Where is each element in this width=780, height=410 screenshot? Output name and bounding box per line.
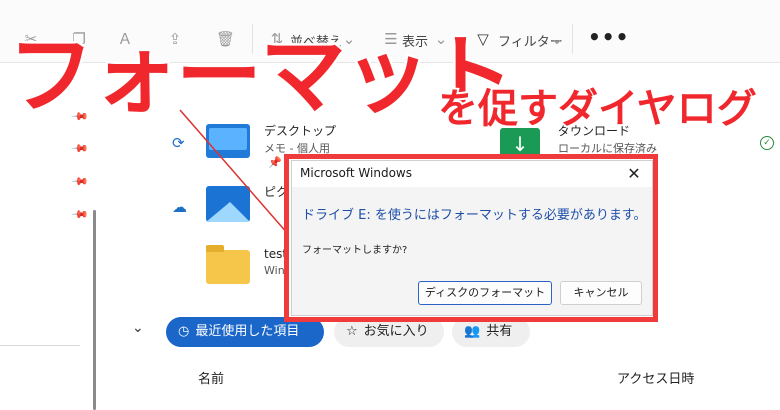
format-disk-button[interactable]: ディスクのフォーマット [418,281,552,305]
annotation-title: フォーマット [6,24,517,129]
dialog-heading: ドライブ E: を使うにはフォーマットする必要があります。 [302,208,647,223]
format-dialog: Microsoft Windows ✕ ドライブ E: を使うにはフォーマットす… [291,160,653,316]
cancel-button[interactable]: キャンセル [560,281,642,305]
dialog-titlebar: Microsoft Windows ✕ [292,161,652,187]
close-button[interactable]: ✕ [622,163,646,185]
annotation-subtitle: を促すダイヤログ [436,84,759,134]
dialog-question: フォーマットしますか? [302,245,408,256]
dialog-title: Microsoft Windows [300,166,412,180]
